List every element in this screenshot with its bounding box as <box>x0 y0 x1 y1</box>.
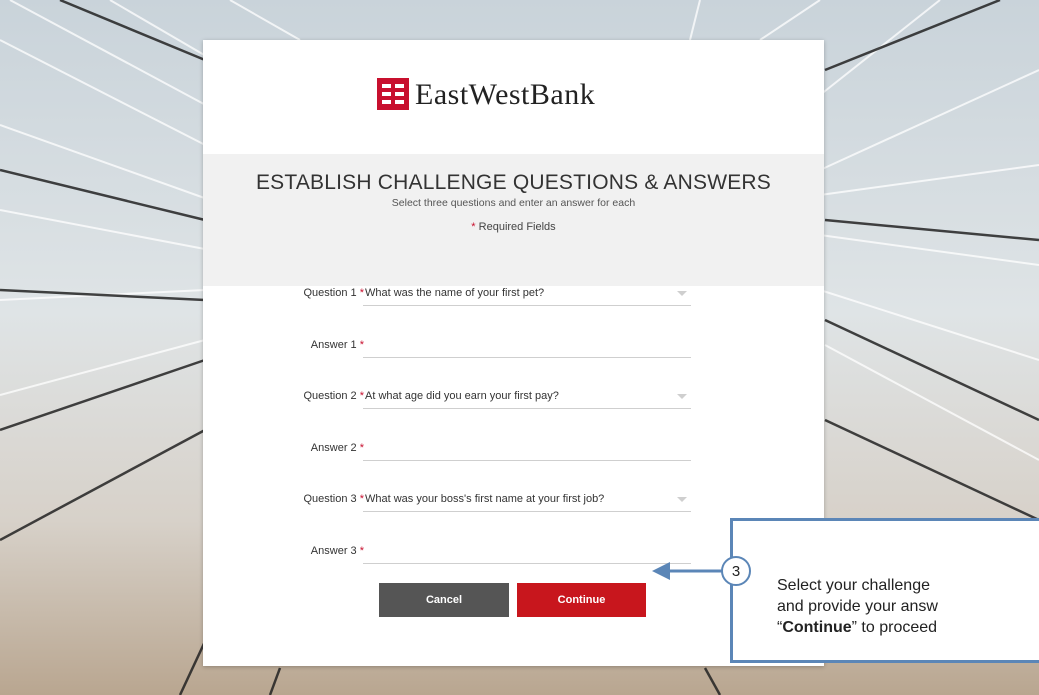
page-title: ESTABLISH CHALLENGE QUESTIONS & ANSWERS <box>255 171 772 194</box>
question-3-row: Question 3 * What was your boss's first … <box>203 489 824 513</box>
answer-1-label-text: Answer 1 <box>310 339 357 351</box>
required-fields-note: * Required Fields <box>203 221 824 233</box>
chevron-down-icon <box>677 394 687 399</box>
question-1-selected-value: What was the name of your first pet? <box>365 287 545 299</box>
bank-logo-icon <box>377 78 409 110</box>
page-header-band: ESTABLISH CHALLENGE QUESTIONS & ANSWERS … <box>203 154 824 286</box>
question-2-label: Question 2 * <box>303 390 364 402</box>
chevron-down-icon <box>677 291 687 296</box>
answer-1-row: Answer 1 * <box>203 335 824 359</box>
callout-line-2: and provide your answ <box>777 598 938 615</box>
cancel-button[interactable]: Cancel <box>379 583 509 617</box>
question-3-select[interactable]: What was your boss's first name at your … <box>363 489 691 512</box>
answer-2-label: Answer 2 * <box>311 442 364 454</box>
question-1-label: Question 1 * <box>303 287 364 299</box>
answer-3-label-text: Answer 3 <box>310 545 357 557</box>
question-1-select[interactable]: What was the name of your first pet? <box>363 283 691 306</box>
callout-line-3-end: ” to proceed <box>851 619 938 636</box>
required-fields-text: Required Fields <box>478 221 556 233</box>
question-3-label-text: Question 3 <box>303 493 357 505</box>
question-3-selected-value: What was your boss's first name at your … <box>365 493 605 505</box>
question-1-row: Question 1 * What was the name of your f… <box>203 283 824 307</box>
continue-button[interactable]: Continue <box>517 583 646 617</box>
bank-name-logo: EastWestBank <box>415 78 596 111</box>
answer-2-label-text: Answer 2 <box>310 442 357 454</box>
question-2-row: Question 2 * At what age did you earn yo… <box>203 386 824 410</box>
instruction-callout: Select your challenge and provide your a… <box>730 518 1039 663</box>
callout-continue-emphasis: Continue <box>782 619 852 636</box>
required-asterisk: * <box>471 221 476 233</box>
question-3-label: Question 3 * <box>303 493 364 505</box>
answer-2-row: Answer 2 * <box>203 438 824 462</box>
callout-line-3: “Continue” to proceed <box>777 617 938 638</box>
step-number-badge: 3 <box>721 556 751 586</box>
question-2-select[interactable]: At what age did you earn your first pay? <box>363 386 691 409</box>
answer-1-input[interactable] <box>363 335 691 358</box>
chevron-down-icon <box>677 497 687 502</box>
answer-2-input[interactable] <box>363 438 691 461</box>
callout-text: Select your challenge and provide your a… <box>777 575 938 638</box>
answer-3-label: Answer 3 * <box>311 545 364 557</box>
logo-header: EastWestBank <box>203 40 824 154</box>
answer-1-label: Answer 1 * <box>311 339 364 351</box>
answer-3-input[interactable] <box>363 541 691 564</box>
question-2-selected-value: At what age did you earn your first pay? <box>365 390 559 402</box>
callout-line-1: Select your challenge <box>777 577 930 594</box>
page-subtitle: Select three questions and enter an answ… <box>391 197 636 209</box>
question-1-label-text: Question 1 <box>303 287 357 299</box>
question-2-label-text: Question 2 <box>303 390 357 402</box>
callout-arrow-icon <box>652 562 722 580</box>
